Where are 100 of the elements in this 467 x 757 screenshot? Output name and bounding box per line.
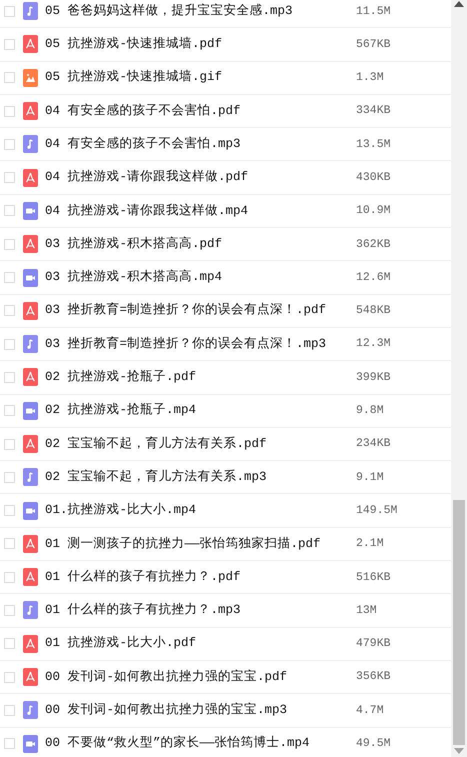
checkbox[interactable] bbox=[4, 704, 15, 716]
file-row[interactable]: 04 抗挫游戏-请你跟我这样做.pdf 430KB bbox=[0, 161, 451, 195]
file-row[interactable]: 03 挫折教育=制造挫折？你的误会有点深！.pdf 548KB bbox=[0, 294, 451, 328]
checkbox[interactable] bbox=[4, 538, 15, 550]
file-size: 4.7M bbox=[356, 702, 384, 719]
file-name: 01 测一测孩子的抗挫力——张怡筠独家扫描.pdf bbox=[45, 536, 322, 553]
checkbox[interactable] bbox=[4, 138, 15, 150]
file-size: 234KB bbox=[356, 436, 391, 452]
file-row[interactable]: 05 爸爸妈妈这样做，提升宝宝安全感.mp3 11.5M bbox=[0, 0, 451, 28]
checkbox[interactable] bbox=[4, 205, 15, 216]
scroll-thumb[interactable] bbox=[453, 500, 465, 745]
file-name: 03 抗挫游戏-积木搭高高.mp4 bbox=[45, 268, 224, 286]
audio-file-icon bbox=[23, 335, 38, 354]
checkbox[interactable] bbox=[4, 305, 15, 316]
audio-file-icon bbox=[23, 135, 38, 154]
file-size: 430KB bbox=[356, 170, 391, 186]
checkbox[interactable] bbox=[4, 405, 15, 416]
checkbox[interactable] bbox=[4, 638, 15, 650]
file-size: 362KB bbox=[356, 236, 391, 253]
file-name: 04 抗挫游戏-请你跟我这样做.pdf bbox=[45, 168, 250, 186]
file-size: 9.8M bbox=[356, 403, 384, 420]
file-size: 548KB bbox=[356, 303, 391, 320]
audio-file-icon bbox=[23, 2, 38, 20]
checkbox[interactable] bbox=[4, 604, 15, 616]
file-row[interactable]: 02 宝宝输不起，育儿方法有关系.pdf 234KB bbox=[0, 428, 451, 462]
file-row[interactable]: 04 抗挫游戏-请你跟我这样做.mp4 10.9M bbox=[0, 194, 451, 228]
file-name: 05 抗挫游戏-快速推城墙.gif bbox=[45, 68, 224, 86]
scroll-up-arrow[interactable] bbox=[454, 1, 464, 7]
file-size: 399KB bbox=[356, 370, 391, 386]
file-row[interactable]: 02 抗挫游戏-抢瓶子.mp4 9.8M bbox=[0, 394, 451, 428]
checkbox[interactable] bbox=[4, 6, 15, 17]
file-name: 02 抗挫游戏-抢瓶子.mp4 bbox=[45, 402, 198, 420]
pdf-file-icon bbox=[23, 168, 38, 187]
file-size: 334KB bbox=[356, 103, 391, 120]
file-row[interactable]: 04 有安全感的孩子不会害怕.pdf 334KB bbox=[0, 94, 451, 128]
file-name: 01 什么样的孩子有抗挫力？.pdf bbox=[45, 568, 242, 586]
file-name: 00 发刊词-如何教出抗挫力强的宝宝.pdf bbox=[45, 668, 288, 686]
checkbox[interactable] bbox=[4, 338, 15, 350]
video-file-icon bbox=[23, 202, 38, 220]
file-row[interactable]: 04 有安全感的孩子不会害怕.mp3 13.5M bbox=[0, 128, 451, 162]
file-name: 01.抗挫游戏-比大小.mp4 bbox=[45, 502, 198, 520]
pdf-file-icon bbox=[23, 235, 38, 254]
file-row[interactable]: 03 抗挫游戏-积木搭高高.mp4 12.6M bbox=[0, 261, 451, 295]
pdf-file-icon bbox=[23, 35, 38, 54]
checkbox[interactable] bbox=[4, 672, 15, 683]
pdf-file-icon bbox=[23, 568, 38, 586]
video-file-icon bbox=[23, 268, 38, 287]
file-size: 9.1M bbox=[356, 470, 384, 486]
pdf-file-icon bbox=[23, 102, 38, 120]
file-row[interactable]: 05 抗挫游戏-快速推城墙.pdf 567KB bbox=[0, 28, 451, 62]
file-name: 02 宝宝输不起，育儿方法有关系.pdf bbox=[45, 435, 268, 453]
file-row[interactable]: 01 测一测孩子的抗挫力——张怡筠独家扫描.pdf 2.1M bbox=[0, 528, 451, 562]
checkbox[interactable] bbox=[4, 72, 15, 84]
checkbox[interactable] bbox=[4, 438, 15, 450]
checkbox[interactable] bbox=[4, 272, 15, 284]
file-row[interactable]: 01.抗挫游戏-比大小.mp4 149.5M bbox=[0, 494, 451, 528]
pdf-file-icon bbox=[23, 668, 38, 686]
checkbox[interactable] bbox=[4, 372, 15, 383]
checkbox[interactable] bbox=[4, 472, 15, 483]
file-size: 1.3M bbox=[356, 70, 384, 86]
file-row[interactable]: 05 抗挫游戏-快速推城墙.gif 1.3M bbox=[0, 62, 451, 95]
audio-file-icon bbox=[23, 601, 38, 620]
pdf-file-icon bbox=[23, 368, 38, 386]
file-name: 02 抗挫游戏-抢瓶子.pdf bbox=[45, 368, 198, 386]
file-size: 516KB bbox=[356, 570, 391, 586]
checkbox[interactable] bbox=[4, 738, 15, 750]
file-name: 02 宝宝输不起，育儿方法有关系.mp3 bbox=[45, 468, 268, 486]
checkbox[interactable] bbox=[4, 505, 15, 516]
file-size: 12.6M bbox=[356, 270, 391, 286]
file-name: 03 挫折教育=制造挫折？你的误会有点深！.pdf bbox=[45, 301, 328, 320]
file-name: 04 有安全感的孩子不会害怕.pdf bbox=[45, 102, 242, 120]
file-row[interactable]: 02 宝宝输不起，育儿方法有关系.mp3 9.1M bbox=[0, 461, 451, 494]
file-name: 00 不要做“救火型”的家长——张怡筠博士.mp4 bbox=[45, 734, 311, 752]
file-row[interactable]: 03 挫折教育=制造挫折？你的误会有点深！.mp3 12.3M bbox=[0, 328, 451, 362]
file-row[interactable]: 00 发刊词-如何教出抗挫力强的宝宝.mp3 4.7M bbox=[0, 694, 451, 728]
file-row[interactable]: 01 什么样的孩子有抗挫力？.mp3 13M bbox=[0, 594, 451, 628]
scrollbar[interactable] bbox=[451, 0, 467, 757]
checkbox[interactable] bbox=[4, 172, 15, 184]
file-name: 05 抗挫游戏-快速推城墙.pdf bbox=[45, 36, 224, 54]
checkbox[interactable] bbox=[4, 106, 15, 117]
video-file-icon bbox=[23, 402, 38, 420]
file-name: 04 抗挫游戏-请你跟我这样做.mp4 bbox=[45, 202, 250, 220]
video-file-icon bbox=[23, 502, 38, 520]
scroll-down-arrow[interactable] bbox=[454, 748, 464, 754]
file-row[interactable]: 03 抗挫游戏-积木搭高高.pdf 362KB bbox=[0, 228, 451, 262]
file-row[interactable]: 01 抗挫游戏-比大小.pdf 479KB bbox=[0, 628, 451, 661]
audio-file-icon bbox=[23, 701, 38, 720]
audio-file-icon bbox=[23, 468, 38, 486]
file-row[interactable]: 00 发刊词-如何教出抗挫力强的宝宝.pdf 356KB bbox=[0, 660, 451, 694]
file-size: 10.9M bbox=[356, 203, 391, 220]
pdf-file-icon bbox=[23, 302, 38, 320]
pdf-file-icon bbox=[23, 534, 38, 553]
pdf-file-icon bbox=[23, 435, 38, 453]
checkbox[interactable] bbox=[4, 572, 15, 583]
file-row[interactable]: 00 不要做“救火型”的家长——张怡筠博士.mp4 49.5M bbox=[0, 728, 451, 757]
video-file-icon bbox=[23, 734, 38, 753]
file-row[interactable]: 01 什么样的孩子有抗挫力？.pdf 516KB bbox=[0, 561, 451, 594]
checkbox[interactable] bbox=[4, 238, 15, 250]
checkbox[interactable] bbox=[4, 38, 15, 50]
file-row[interactable]: 02 抗挫游戏-抢瓶子.pdf 399KB bbox=[0, 361, 451, 395]
